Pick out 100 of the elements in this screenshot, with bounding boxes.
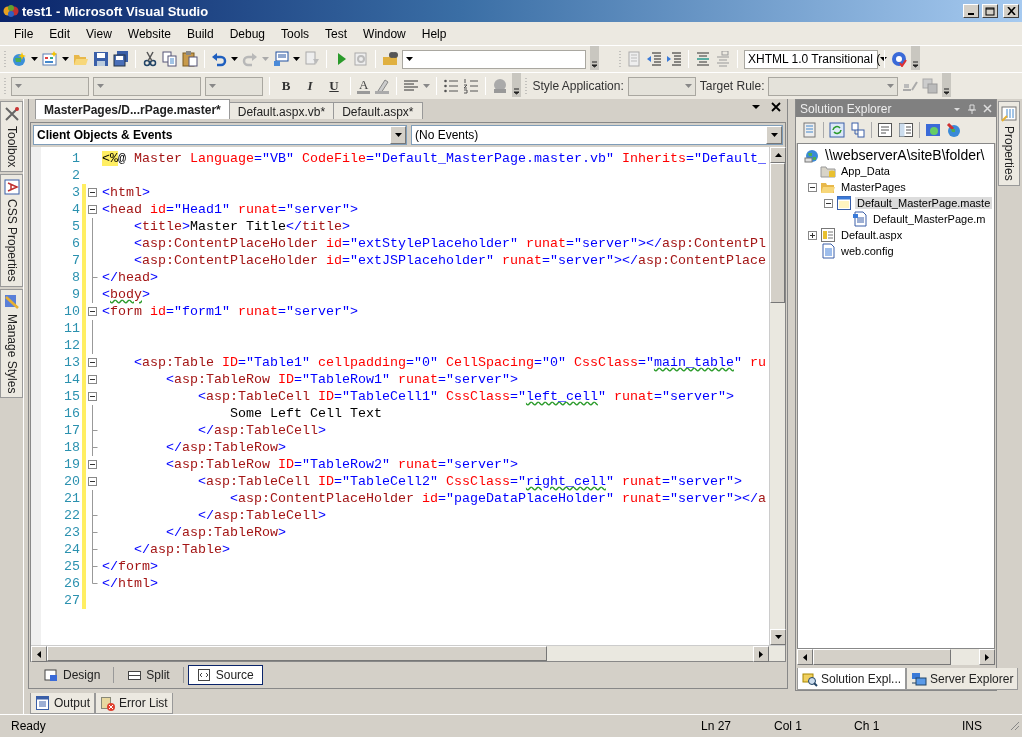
document-tab[interactable]: Default.aspx* (333, 102, 423, 119)
view-tab[interactable]: Split (118, 665, 179, 686)
tree-item[interactable]: web.config (839, 245, 896, 257)
menu-item[interactable]: Window (355, 23, 414, 44)
collapse-toggle-icon[interactable] (824, 198, 833, 208)
line-number: 18 (63, 440, 81, 455)
view-tab[interactable]: Source (187, 665, 263, 686)
bullet-list-icon[interactable] (443, 78, 460, 94)
panel-tab[interactable]: Server Explorer (906, 668, 1019, 690)
collapse-toggle-icon[interactable] (88, 205, 97, 214)
font-color-button[interactable]: A (357, 78, 371, 94)
tree-item[interactable]: Default_MasterPage.maste (855, 197, 993, 209)
expand-toggle-icon[interactable] (808, 230, 817, 240)
code-line: </asp:TableCell> (196, 508, 326, 523)
menu-item[interactable]: Edit (41, 23, 79, 44)
code-file-icon (852, 211, 868, 227)
tree-item[interactable]: MasterPages (839, 181, 908, 193)
save-all-icon[interactable] (113, 51, 129, 67)
tree-item[interactable]: \\webserverA\siteB\folder\ (823, 147, 987, 163)
toolbar-grip-icon[interactable] (4, 50, 7, 68)
menu-item[interactable]: Build (178, 23, 222, 44)
scroll-left-button[interactable] (31, 646, 47, 663)
underline-button[interactable]: U (324, 78, 344, 94)
document-tab[interactable]: Default.aspx.vb* (228, 102, 335, 119)
menu-item[interactable]: File (6, 23, 42, 44)
cut-icon[interactable] (142, 51, 158, 67)
view-designer-icon[interactable] (898, 122, 914, 138)
add-item-icon[interactable] (42, 51, 58, 67)
scrollbar-thumb[interactable] (770, 163, 785, 303)
save-icon[interactable] (93, 51, 109, 67)
properties-icon (1001, 106, 1017, 122)
paste-icon[interactable] (182, 51, 198, 67)
scroll-right-button[interactable] (979, 649, 995, 665)
document-tab[interactable]: MasterPages/D...rPage.master* (35, 99, 230, 119)
event-dropdown[interactable]: (No Events) (411, 125, 783, 145)
align-icon[interactable] (403, 78, 420, 94)
dock-tab[interactable]: Properties (998, 101, 1020, 186)
folder-search-icon[interactable] (382, 51, 398, 67)
dock-tab[interactable]: Manage Styles (0, 289, 23, 399)
collapse-toggle-icon[interactable] (88, 188, 97, 197)
collapse-toggle-icon[interactable] (88, 375, 97, 384)
panel-tab[interactable]: Solution Expl... (797, 668, 907, 690)
toolbar-grip-icon[interactable] (525, 77, 529, 95)
menu-item[interactable]: Debug (221, 23, 274, 44)
menu-item[interactable]: Tools (273, 23, 318, 44)
web-config-icon[interactable] (925, 122, 941, 138)
tree-item[interactable]: Default.aspx (839, 229, 905, 241)
numbered-list-icon[interactable] (463, 78, 480, 94)
toolbar-grip-icon[interactable] (4, 77, 7, 95)
menu-item[interactable]: Help (413, 23, 455, 44)
scrollbar-thumb[interactable] (47, 646, 547, 662)
undo-icon[interactable] (211, 51, 227, 67)
panel-tab[interactable]: Output (30, 693, 96, 714)
collapse-toggle-icon[interactable] (808, 182, 817, 192)
panel-tab[interactable]: Error List (95, 693, 173, 714)
scroll-right-button[interactable] (753, 646, 769, 663)
toolbar-options-icon[interactable] (911, 46, 920, 70)
refresh-icon[interactable] (829, 122, 845, 138)
dock-tab[interactable]: CSS Properties (0, 174, 23, 288)
view-tab[interactable]: Design (35, 665, 110, 686)
close-icon[interactable] (771, 102, 781, 112)
indent-icon[interactable] (666, 51, 682, 67)
check-circle-icon[interactable] (891, 51, 907, 67)
window-title: test1 - Microsoft Visual Studio (22, 3, 210, 19)
collapse-toggle-icon[interactable] (88, 392, 97, 401)
tree-item[interactable]: Default_MasterPage.m (871, 213, 988, 225)
outdent-icon[interactable] (646, 51, 662, 67)
globe-icon[interactable] (946, 122, 962, 138)
collapse-toggle-icon[interactable] (88, 477, 97, 486)
toolbar-grip-icon[interactable] (619, 50, 622, 68)
toolbar-options-icon[interactable] (942, 73, 952, 97)
line-number: 4 (71, 202, 81, 217)
window-list-icon[interactable] (273, 51, 289, 67)
copy-icon[interactable] (162, 51, 178, 67)
scroll-left-button[interactable] (797, 649, 813, 665)
dock-tab[interactable]: Toolbox (0, 101, 23, 173)
nest-files-icon[interactable] (850, 122, 866, 138)
collapse-toggle-icon[interactable] (88, 307, 97, 316)
menu-item[interactable]: Website (119, 23, 179, 44)
toolbar-options-icon[interactable] (590, 46, 599, 70)
view-code-icon[interactable] (877, 122, 893, 138)
close-button[interactable] (1003, 4, 1019, 18)
collapse-toggle-icon[interactable] (88, 460, 97, 469)
tree-item[interactable]: App_Data (839, 165, 892, 177)
object-dropdown[interactable]: Client Objects & Events (33, 125, 407, 145)
toolbar-options-icon[interactable] (512, 73, 522, 97)
maximize-button[interactable] (982, 4, 998, 18)
minimize-button[interactable] (963, 4, 979, 18)
bold-button[interactable]: B (276, 78, 296, 94)
italic-button[interactable]: I (300, 78, 320, 94)
line-number: 7 (71, 253, 81, 268)
highlight-icon[interactable] (374, 78, 391, 94)
pin-icon[interactable] (967, 103, 977, 114)
collapse-toggle-icon[interactable] (88, 358, 97, 367)
scroll-up-button[interactable] (770, 147, 786, 163)
scroll-down-button[interactable] (770, 629, 786, 646)
scrollbar-thumb[interactable] (813, 649, 951, 665)
menu-item[interactable]: View (78, 23, 120, 44)
menu-item[interactable]: Test (317, 23, 356, 44)
lines-icon[interactable] (695, 51, 711, 67)
